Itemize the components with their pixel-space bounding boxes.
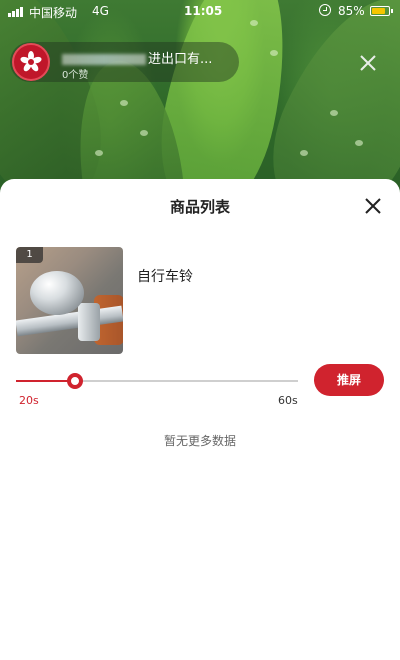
product-name[interactable]: 自行车铃	[137, 266, 193, 286]
room-title: 进出口有...	[62, 48, 212, 67]
product-index-badge: 1	[16, 247, 43, 263]
network-type: 4G	[92, 4, 109, 18]
battery-icon	[370, 6, 393, 16]
slider-max-label: 60s	[278, 394, 298, 407]
duration-slider-fill	[16, 380, 72, 382]
bicycle-bell-image[interactable]: 1	[16, 247, 123, 354]
close-icon[interactable]	[362, 195, 384, 217]
orientation-lock-icon	[319, 4, 331, 16]
like-count: 0个赞	[62, 70, 89, 81]
status-time: 11:05	[184, 4, 223, 18]
sheet-title: 商品列表	[169, 198, 230, 216]
flower-logo-icon[interactable]	[12, 43, 50, 81]
carrier-label: 中国移动	[29, 6, 78, 20]
duration-slider-track[interactable]	[16, 380, 298, 382]
empty-state-text: 暂无更多数据	[163, 434, 236, 448]
push-screen-button[interactable]: 推屏	[314, 364, 384, 396]
status-bar: 中国移动 4G 11:05 85%	[0, 0, 400, 22]
slider-min-label: 20s	[19, 394, 39, 407]
live-video-background	[0, 0, 400, 200]
redacted-name	[62, 54, 146, 65]
duration-slider-thumb[interactable]	[67, 373, 83, 389]
room-info-pill[interactable]: 进出口有... 0个赞	[10, 42, 239, 82]
battery-percent: 85%	[338, 4, 365, 18]
room-title-suffix: 进出口有...	[148, 52, 213, 67]
close-icon[interactable]	[357, 52, 379, 74]
signal-icon	[8, 7, 23, 17]
product-list-sheet: 商品列表 1 自行车铃 20s 60s 推屏 暂无更多数据	[0, 179, 400, 660]
